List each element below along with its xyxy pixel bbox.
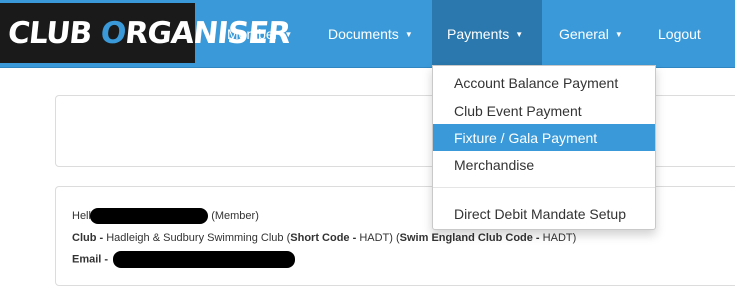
swim-england-code-label: Swim England Club Code - — [399, 232, 540, 244]
top-navbar: CLUB ORGANISER Member ▼ Documents ▼ Paym… — [0, 0, 735, 68]
nav-documents-label: Documents — [328, 26, 399, 42]
greeting-line: Hello (Member) — [72, 208, 259, 224]
menu-item-club-event-payment[interactable]: Club Event Payment — [433, 97, 655, 124]
menu-item-direct-debit-mandate-setup[interactable]: Direct Debit Mandate Setup — [433, 200, 655, 227]
swim-england-code-value: HADT) — [542, 232, 577, 244]
nav-payments[interactable]: Payments ▼ — [432, 0, 542, 68]
nav-general-label: General — [559, 26, 609, 42]
menu-item-account-balance-payment[interactable]: Account Balance Payment — [433, 69, 655, 96]
menu-item-merchandise[interactable]: Merchandise — [433, 151, 655, 178]
member-role: (Member) — [211, 209, 259, 222]
email-label: Email - — [72, 253, 109, 266]
nav-payments-label: Payments — [447, 26, 510, 42]
menu-divider — [433, 187, 655, 188]
nav-general[interactable]: General ▼ — [544, 0, 644, 68]
payments-dropdown-menu: Account Balance Payment Club Event Payme… — [432, 65, 656, 230]
menu-item-fixture-gala-payment[interactable]: Fixture / Gala Payment — [433, 124, 655, 151]
brand-logo[interactable]: CLUB ORGANISER — [0, 3, 292, 63]
nav-documents[interactable]: Documents ▼ — [318, 0, 432, 68]
short-code-label: Short Code - — [290, 232, 357, 244]
club-label: Club - — [72, 232, 104, 244]
nav-member-label: Member — [227, 26, 279, 42]
caret-down-icon: ▼ — [404, 29, 413, 39]
caret-down-icon: ▼ — [614, 29, 623, 39]
caret-down-icon: ▼ — [515, 29, 524, 39]
club-line: Club - Hadleigh & Sudbury Swimming Club … — [72, 232, 576, 244]
nav-logout-label: Logout — [658, 26, 701, 42]
short-code-value: HADT) ( — [359, 232, 400, 244]
nav-member[interactable]: Member ▼ — [210, 0, 318, 68]
redacted-name — [90, 208, 209, 224]
redacted-email — [113, 251, 296, 268]
email-line: Email - — [72, 251, 296, 268]
club-name: Hadleigh & Sudbury Swimming Club ( — [106, 232, 291, 244]
nav-logout[interactable]: Logout — [644, 0, 724, 68]
caret-down-icon: ▼ — [284, 29, 293, 39]
